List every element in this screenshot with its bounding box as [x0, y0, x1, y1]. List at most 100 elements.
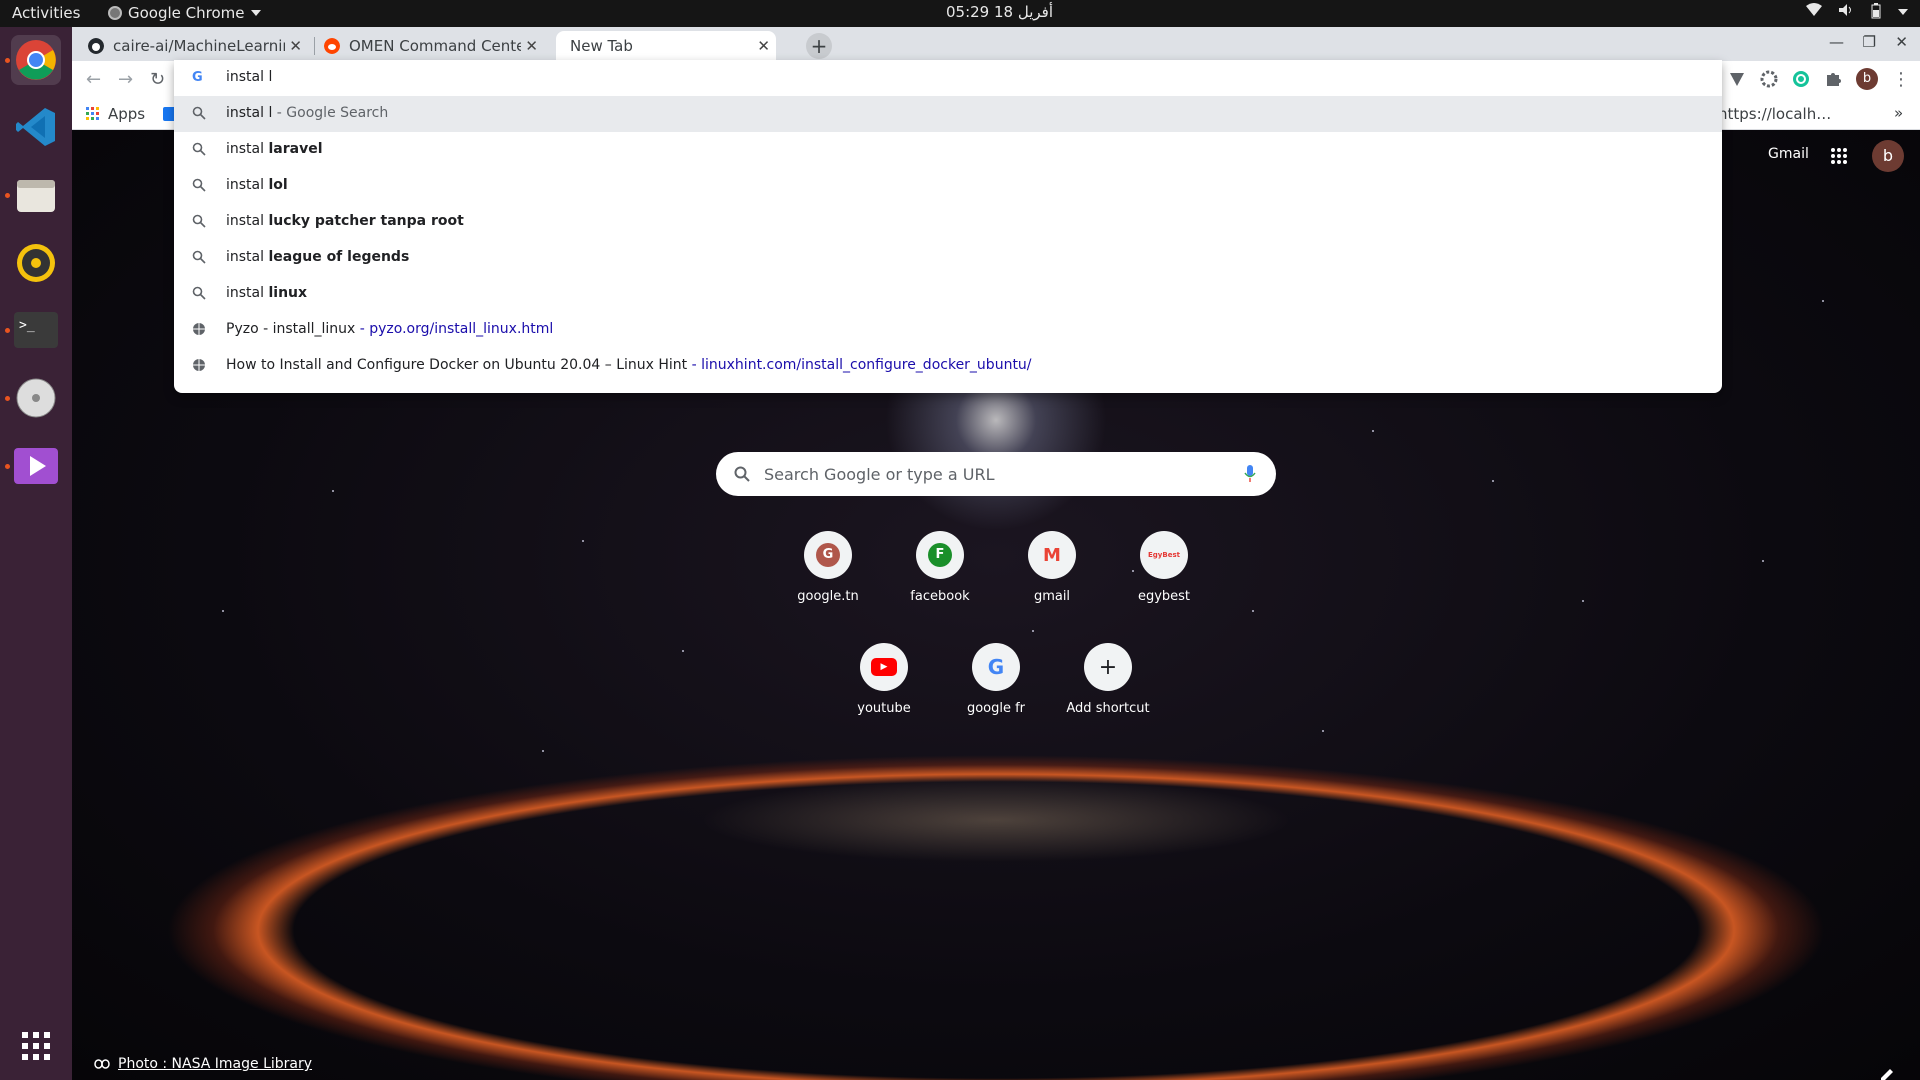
settings-extension-icon[interactable] [1760, 70, 1778, 88]
suggestion-typed: instal [226, 249, 269, 265]
kebab-menu-icon[interactable]: ⋮ [1892, 69, 1910, 90]
disks-icon [16, 378, 56, 418]
reload-icon[interactable]: ↻ [150, 69, 165, 90]
suggestion-typed: instal l [226, 105, 273, 121]
search-icon [192, 214, 206, 232]
suggestion-completion: laravel [268, 141, 323, 157]
clock[interactable]: 05:29 أفريل 18 [946, 3, 1053, 21]
dock-rhythmbox[interactable] [11, 238, 61, 288]
localhost-bookmark[interactable]: https://localh… [1718, 105, 1831, 123]
edit-pencil-icon[interactable] [1880, 1068, 1894, 1080]
suggestion-completion: lol [268, 177, 288, 193]
globe-icon [192, 322, 206, 340]
shortcut-label: gmail [1033, 589, 1071, 604]
ntp-search-box[interactable]: Search Google or type a URL [716, 452, 1276, 496]
shortcut-tile[interactable]: G google fr [940, 643, 1052, 716]
new-tab-button[interactable]: + [806, 33, 832, 59]
shortcut-label: egybest [1137, 589, 1191, 604]
bookmarks-overflow-icon[interactable]: » [1894, 104, 1903, 122]
wifi-icon [1806, 3, 1822, 23]
omnibox[interactable]: G instal l [174, 60, 1722, 96]
omnibox-suggestion[interactable]: instal laravel [174, 132, 1722, 168]
photo-credit[interactable]: Photo : NASA Image Library [94, 1056, 312, 1072]
google-tn-icon: G [804, 531, 852, 579]
close-icon[interactable]: ✕ [525, 37, 538, 55]
activities-button[interactable]: Activities [12, 4, 80, 22]
search-placeholder: Search Google or type a URL [764, 464, 995, 484]
tab-label: New Tab [570, 37, 633, 55]
search-icon [192, 106, 206, 124]
suggestion-completion: lucky patcher tanpa root [268, 213, 464, 229]
puzzle-icon[interactable] [1824, 70, 1842, 88]
search-icon [192, 250, 206, 268]
tab-separator [314, 37, 315, 55]
omnibox-suggestion[interactable]: instal lucky patcher tanpa root [174, 204, 1722, 240]
suggestion-url: - pyzo.org/install_linux.html [355, 321, 554, 337]
dock-vscode[interactable] [11, 102, 61, 152]
running-indicator [5, 58, 10, 63]
gmail-icon: M [1028, 531, 1076, 579]
suggestion-completion: league of legends [268, 249, 410, 265]
facebook-icon: F [916, 531, 964, 579]
running-indicator [5, 464, 10, 469]
gmail-link[interactable]: Gmail [1768, 146, 1809, 162]
forward-icon[interactable]: → [118, 69, 133, 90]
suggestion-typed: instal [226, 141, 269, 157]
photo-credit-link[interactable]: Photo : NASA Image Library [118, 1056, 312, 1072]
shortcut-tile[interactable]: F facebook [884, 531, 996, 604]
omnibox-suggestion[interactable]: Pyzo - install_linux - pyzo.org/install_… [174, 312, 1722, 348]
suggestion-text: instal l - Google Search [226, 105, 388, 121]
tab-omen[interactable]: OMEN Command Center ✕ [324, 31, 544, 61]
close-icon[interactable]: ✕ [289, 37, 302, 55]
search-icon [192, 142, 206, 160]
dock-terminal[interactable]: >_ [11, 305, 61, 355]
add-shortcut-tile[interactable]: + Add shortcut [1052, 643, 1164, 716]
shortcut-tile[interactable]: G google.tn [772, 531, 884, 604]
show-applications-button[interactable] [11, 1021, 61, 1071]
running-indicator [5, 328, 10, 333]
google-apps-icon[interactable] [1830, 147, 1848, 165]
app-menu[interactable]: Google Chrome [108, 4, 261, 22]
dock-files[interactable] [11, 170, 61, 220]
plus-icon: + [1084, 643, 1132, 691]
shortcut-label: google fr [966, 701, 1026, 716]
shortcut-tile[interactable]: ▶ youtube [828, 643, 940, 716]
omnibox-suggestion[interactable]: How to Install and Configure Docker on U… [174, 348, 1722, 384]
tab-new-tab[interactable]: New Tab ✕ [556, 31, 776, 61]
tab-machinelearning[interactable]: caire-ai/MachineLearning ✕ [88, 31, 308, 61]
svg-text:>_: >_ [19, 318, 35, 333]
omnibox-suggestion[interactable]: instal linux [174, 276, 1722, 312]
suggestion-completion: linux [268, 285, 308, 301]
system-tray[interactable] [1806, 3, 1908, 23]
apps-bookmark[interactable]: Apps [86, 105, 145, 123]
shortcut-tile[interactable]: EgyBest egybest [1108, 531, 1220, 604]
omnibox-suggestion[interactable]: instal league of legends [174, 240, 1722, 276]
system-top-bar: Activities Google Chrome 05:29 أفريل 18 [0, 0, 1920, 27]
github-icon [88, 38, 104, 54]
back-icon[interactable]: ← [86, 69, 101, 90]
suggestion-text: Pyzo - install_linux - pyzo.org/install_… [226, 321, 553, 337]
shortcut-tile[interactable]: M gmail [996, 531, 1108, 604]
close-icon[interactable]: ✕ [757, 37, 770, 55]
dock-media-player[interactable] [11, 441, 61, 491]
suggestion-suffix: - Google Search [272, 105, 389, 121]
rhythmbox-icon [17, 244, 55, 282]
maximize-icon[interactable]: ❐ [1863, 33, 1876, 51]
grammar-extension-icon[interactable] [1792, 70, 1810, 88]
omnibox-suggestion[interactable]: instal l - Google Search [174, 96, 1722, 132]
profile-avatar[interactable]: b [1856, 68, 1878, 90]
account-avatar[interactable]: b [1872, 140, 1904, 172]
omnibox-suggestion[interactable]: instal lol [174, 168, 1722, 204]
minimize-icon[interactable]: — [1829, 33, 1844, 51]
shortcut-label: youtube [857, 701, 911, 716]
dock-chrome[interactable] [11, 35, 61, 85]
dock-disks[interactable] [11, 373, 61, 423]
tab-strip: caire-ai/MachineLearning ✕ OMEN Command … [72, 27, 1920, 61]
tab-label: OMEN Command Center [349, 37, 521, 55]
omnibox-input[interactable]: instal l [226, 69, 272, 85]
vpn-extension-icon[interactable] [1728, 70, 1746, 88]
globe-icon [192, 358, 206, 376]
microphone-icon[interactable] [1244, 465, 1256, 483]
chrome-icon [16, 40, 56, 80]
close-window-icon[interactable]: ✕ [1895, 33, 1908, 51]
